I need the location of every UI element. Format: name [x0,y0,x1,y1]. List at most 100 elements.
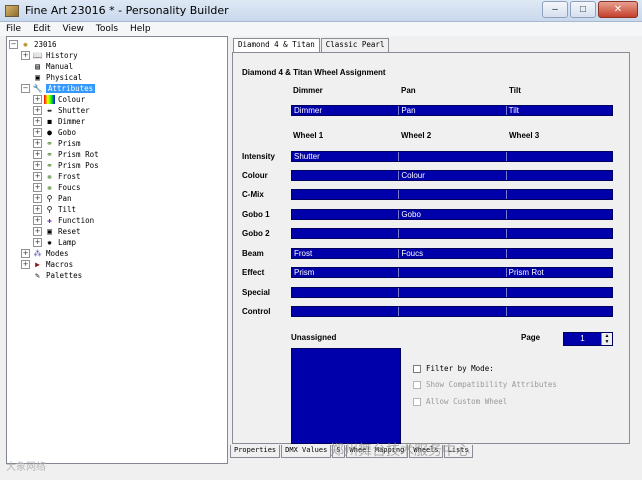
tree-item-tilt[interactable]: + ⚲ Tilt [33,204,76,215]
wheel-cell[interactable]: Colour [399,171,507,180]
wheel-cell[interactable] [399,288,507,297]
spinner-arrows[interactable]: ▲ ▼ [601,333,612,345]
tree-item-prism-pos[interactable]: + ⚭ Prism Pos [33,160,99,171]
wheel-cell[interactable]: Prism [292,268,400,277]
wheel-cell[interactable] [292,210,400,219]
wheel-cell[interactable] [507,171,612,180]
expand-icon[interactable]: + [33,183,42,192]
top-cell-pan[interactable]: Pan [399,106,507,115]
tab-diamond-titan[interactable]: Diamond 4 & Titan [233,38,320,53]
menu-file[interactable]: File [6,24,21,34]
expand-icon[interactable]: + [33,117,42,126]
checkbox-box[interactable] [413,364,421,373]
tree-item-dimmer[interactable]: + ◼ Dimmer [33,116,85,127]
menu-tools[interactable]: Tools [96,24,118,34]
expand-icon[interactable]: + [33,205,42,214]
tree-item-manual[interactable]: ▤ Manual [32,61,73,72]
tree-item-physical[interactable]: ▣ Physical [32,72,82,83]
expand-icon[interactable]: + [33,128,42,137]
expand-icon[interactable]: + [21,260,30,269]
menu-edit[interactable]: Edit [33,24,50,34]
wheel-cell[interactable]: Shutter [292,152,400,161]
tree-item-palettes[interactable]: ✎ Palettes [32,270,82,281]
tree-item-prism[interactable]: + ⚭ Prism [33,138,81,149]
collapse-icon[interactable]: − [9,40,18,49]
tab-classic-pearl[interactable]: Classic Pearl [320,38,390,52]
menu-view[interactable]: View [63,24,84,34]
tab-dmx-values[interactable]: DMX Values [281,445,332,458]
wheel-cell[interactable] [399,190,507,199]
tree-item-focus[interactable]: + ❋ Foucs [33,182,81,193]
expand-icon[interactable]: + [33,172,42,181]
expand-icon[interactable]: + [33,238,42,247]
row-bar-colour[interactable]: Colour [291,170,613,181]
row-bar-special[interactable] [291,287,613,298]
row-bar-control[interactable] [291,306,613,317]
tree-item-prism-rot[interactable]: + ⚭ Prism Rot [33,149,99,160]
expand-icon[interactable]: + [33,95,42,104]
top-cell-tilt[interactable]: Tilt [507,106,612,115]
wheel-cell[interactable]: Prism Rot [507,268,612,277]
row-bar-beam[interactable]: Frost Foucs [291,248,613,259]
wheel-cell[interactable] [507,190,612,199]
expand-icon[interactable]: + [33,161,42,170]
tree-item-attributes[interactable]: − 🔧 Attributes [21,83,96,94]
unassigned-list[interactable] [291,348,401,444]
top-cell-dimmer[interactable]: Dimmer [292,106,400,115]
row-bar-c-mix[interactable] [291,189,613,200]
wheel-cell[interactable] [399,152,507,161]
tree-root[interactable]: − ✺ 23016 [9,39,57,50]
tree-item-modes[interactable]: + ⁂ Modes [21,248,69,259]
personality-tree[interactable]: − ✺ 23016 + 📖 History ▤ Manual ▣ Physica… [6,36,228,464]
wheel-cell[interactable]: Frost [292,249,400,258]
expand-icon[interactable]: + [21,249,30,258]
wheel-cell[interactable]: Gobo [399,210,507,219]
tree-item-pan[interactable]: + ⚲ Pan [33,193,72,204]
wheel-cell[interactable] [292,307,400,316]
page-value[interactable]: 1 [564,333,601,345]
page-spinner[interactable]: 1 ▲ ▼ [563,332,613,346]
expand-icon[interactable]: + [33,106,42,115]
tree-item-history[interactable]: + 📖 History [21,50,78,61]
tab-properties[interactable]: Properties [230,445,281,458]
tree-item-shutter[interactable]: + ⇴ Shutter [33,105,90,116]
wheel-cell[interactable] [507,307,612,316]
row-bar-gobo-1[interactable]: Gobo [291,209,613,220]
wheel-cell[interactable] [292,229,400,238]
tree-item-reset[interactable]: + ▣ Reset [33,226,81,237]
wheel-cell[interactable] [292,171,400,180]
tree-item-function[interactable]: + ✚ Function [33,215,94,226]
wheel-cell[interactable] [292,288,400,297]
wheel-cell[interactable] [399,229,507,238]
tree-item-colour[interactable]: + Colour [33,94,85,105]
expand-icon[interactable]: + [21,51,30,60]
wheel-cell[interactable] [292,190,400,199]
tree-item-lamp[interactable]: + ✹ Lamp [33,237,76,248]
collapse-icon[interactable]: − [21,84,30,93]
minimize-button[interactable]: – [542,1,568,18]
filter-by-mode-checkbox[interactable]: Filter by Mode: [413,364,494,373]
expand-icon[interactable]: + [33,139,42,148]
row-bar-gobo-2[interactable] [291,228,613,239]
wheel-cell[interactable] [399,268,507,277]
close-button[interactable]: ✕ [598,1,638,18]
maximize-button[interactable]: □ [570,1,596,18]
wheel-cell[interactable] [399,307,507,316]
tree-item-gobo[interactable]: + ● Gobo [33,127,76,138]
expand-icon[interactable]: + [33,150,42,159]
expand-icon[interactable]: + [33,194,42,203]
wheel-cell[interactable] [507,210,612,219]
wheel-cell[interactable] [507,152,612,161]
wheel-cell[interactable] [507,288,612,297]
tree-item-frost[interactable]: + ❋ Frost [33,171,81,182]
spin-down-icon[interactable]: ▼ [602,339,612,345]
row-bar-effect[interactable]: Prism Prism Rot [291,267,613,278]
tree-item-macros[interactable]: + ▶ Macros [21,259,73,270]
wheel-cell[interactable] [507,249,612,258]
wheel-cell[interactable]: Foucs [399,249,507,258]
wheel-cell[interactable] [507,229,612,238]
expand-icon[interactable]: + [33,216,42,225]
row-bar-intensity[interactable]: Shutter [291,151,613,162]
menu-help[interactable]: Help [130,24,151,34]
expand-icon[interactable]: + [33,227,42,236]
